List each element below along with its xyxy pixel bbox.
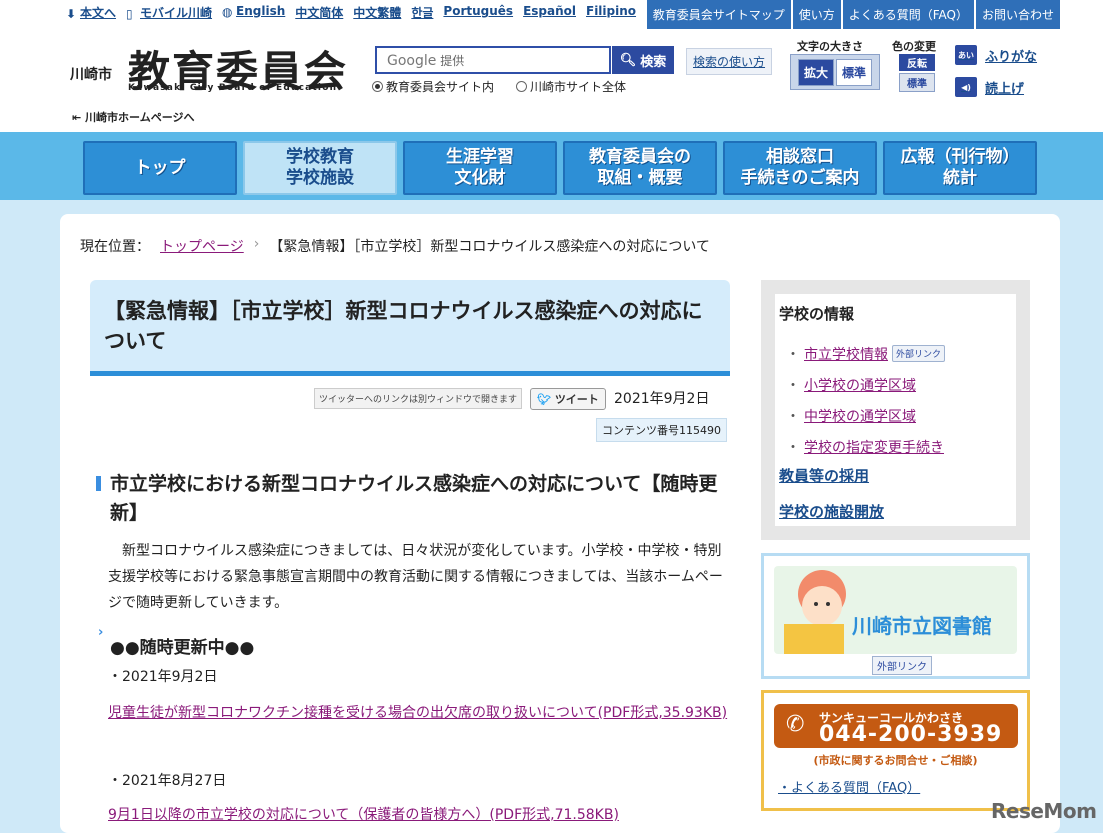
school-info-link[interactable]: 市立学校情報	[804, 344, 888, 364]
lang-link-mobile[interactable]: ▯ モバイル川崎	[126, 4, 212, 21]
logo-subtitle: Kawasaki City Board of Education	[128, 83, 338, 93]
list-item: 中学校の通学区域	[786, 400, 945, 431]
nav-board-overview[interactable]: 教育委員会の 取組・概要	[563, 141, 717, 195]
font-size-group: 拡大 標準	[790, 54, 880, 90]
external-link-badge: 外部リンク	[892, 345, 946, 362]
read-aloud-button[interactable]: ◀) 読上げ	[955, 77, 1024, 97]
breadcrumb-current: 【緊急情報】［市立学校］新型コロナウイルス感染症への対応について	[269, 239, 710, 255]
callcenter-number: 044-200-3939	[819, 722, 1003, 747]
furigana-icon: あい	[955, 45, 977, 65]
speaker-icon: ◀)	[955, 77, 977, 97]
breadcrumb: 現在位置： トップページ › 【緊急情報】［市立学校］新型コロナウイルス感染症へ…	[80, 236, 710, 256]
search-help-link[interactable]: 検索の使い方	[686, 48, 773, 75]
entry-link[interactable]: 児童生徒が新型コロナワクチン接種を受ける場合の出欠席の取り扱いについて(PDF形…	[108, 700, 728, 726]
lang-link-portuguese[interactable]: Português	[443, 4, 513, 21]
sidebar-faq-link[interactable]: ・よくある質問（FAQ）	[778, 777, 920, 796]
list-item: 学校の指定変更手続き	[786, 431, 945, 462]
teacher-recruit-link[interactable]: 教員等の採用	[779, 465, 869, 486]
external-link-badge: 外部リンク	[872, 656, 932, 675]
entry-date: ・2021年8月27日	[108, 773, 227, 789]
side-menu-list: 市立学校情報 外部リンク 小学校の通学区域 中学校の通学区域 学校の指定変更手続…	[786, 338, 946, 462]
intro-paragraph: 新型コロナウイルス感染症につきましては、日々状況が変化しています。小学校・中学校…	[108, 543, 723, 611]
color-invert-button[interactable]: 反転	[899, 54, 935, 71]
search-input[interactable]: Google 提供	[375, 46, 611, 74]
library-banner-image: 川崎市立図書館	[774, 566, 1017, 654]
globe-icon: ◍	[222, 5, 233, 19]
library-banner[interactable]: 川崎市立図書館 外部リンク	[761, 553, 1030, 679]
callcenter-box: ✆ サンキューコールかわさき 044-200-3939 (市政に関するお問合せ・…	[761, 690, 1030, 811]
page-title: 【緊急情報】［市立学校］新型コロナウイルス感染症への対応について	[90, 280, 730, 376]
utility-bar: 教育委員会サイトマップ 使い方 よくある質問（FAQ） お問い合わせ	[646, 0, 1060, 29]
howto-link[interactable]: 使い方	[792, 0, 841, 29]
breadcrumb-label: 現在位置：	[80, 239, 150, 255]
language-bar: ⬇ 本文へ ▯ モバイル川崎 ◍ English 中文简体 中文繁體 한글 Portu…	[66, 4, 636, 21]
library-banner-title: 川崎市立図書館	[852, 614, 992, 638]
search-scope: 教育委員会サイト内 川崎市サイト全体	[372, 78, 626, 95]
nav-consultation[interactable]: 相談窓口 手続きのご案内	[723, 141, 877, 195]
twitter-share-note: ツイッターへのリンクは別ウィンドウで開きます	[314, 388, 523, 409]
callcenter-subtitle: (市政に関するお問合せ・ご相談)	[813, 754, 978, 767]
list-item: 小学校の通学区域	[786, 369, 945, 400]
search-placeholder-brand: Google	[387, 53, 437, 69]
lang-link-honbun[interactable]: ⬇ 本文へ	[66, 4, 116, 21]
radio-selected-icon	[372, 81, 383, 92]
color-change-group: 反転 標準	[899, 54, 935, 92]
search-icon: 🔍︎	[619, 52, 637, 67]
lang-link-spanish[interactable]: Español	[523, 4, 576, 21]
callcenter-banner[interactable]: ✆ サンキューコールかわさき 044-200-3939	[774, 704, 1018, 748]
contents-number: コンテンツ番号115490	[596, 418, 727, 442]
nav-lifelong-learning[interactable]: 生涯学習 文化財	[403, 141, 557, 195]
font-size-label: 文字の大きさ	[797, 40, 863, 53]
entry-date: ・2021年9月2日	[108, 669, 218, 685]
scope-board-radio[interactable]: 教育委員会サイト内	[372, 78, 494, 95]
lang-link-zh-hant[interactable]: 中文繁體	[353, 4, 401, 21]
lang-link-korean[interactable]: 한글	[411, 4, 433, 21]
furigana-button[interactable]: あい ふりがな	[955, 45, 1037, 65]
entry-link[interactable]: 9月1日以降の市立学校の対応について（保護者の皆様方へ）(PDF形式,71.58…	[108, 802, 728, 828]
lang-link-filipino[interactable]: Filipino	[586, 4, 636, 21]
sub-heading: ●●随時更新中●●	[98, 625, 254, 658]
nav-publications[interactable]: 広報（刊行物） 統計	[883, 141, 1037, 195]
contact-link[interactable]: お問い合わせ	[975, 0, 1060, 29]
back-arrow-icon: ⇤	[72, 111, 82, 124]
font-enlarge-button[interactable]: 拡大	[797, 58, 834, 86]
logo-city: 川崎市	[70, 67, 112, 83]
breadcrumb-separator: ›	[253, 236, 260, 252]
junior-high-district-link[interactable]: 中学校の通学区域	[804, 406, 916, 426]
watermark-logo: ReseMom	[991, 799, 1097, 823]
list-item: 市立学校情報 外部リンク	[786, 338, 946, 369]
side-menu-heading: 学校の情報	[779, 305, 855, 323]
nav-school-education[interactable]: 学校教育 学校施設	[243, 141, 397, 195]
school-change-link[interactable]: 学校の指定変更手続き	[804, 437, 944, 457]
scope-city-radio[interactable]: 川崎市サイト全体	[516, 78, 626, 95]
phone-icon: ✆	[786, 712, 805, 737]
city-home-link[interactable]: ⇤ 川崎市ホームページへ	[72, 109, 195, 125]
mobile-icon: ▯	[126, 7, 133, 21]
global-nav: トップ 学校教育 学校施設 生涯学習 文化財 教育委員会の 取組・概要 相談窓口…	[83, 141, 1037, 195]
lang-link-english[interactable]: ◍ English	[222, 4, 285, 21]
lang-link-zh-hans[interactable]: 中文简体	[295, 4, 343, 21]
search-button[interactable]: 🔍︎ 検索	[612, 46, 674, 74]
color-change-label: 色の変更	[892, 40, 936, 53]
download-arrow-icon: ⬇	[66, 7, 77, 21]
search-placeholder-suffix: 提供	[440, 54, 465, 68]
sitemap-link[interactable]: 教育委員会サイトマップ	[646, 0, 791, 29]
section-heading: 市立学校における新型コロナウイルス感染症への対応について【随時更新】	[96, 470, 726, 528]
tweet-button[interactable]: 🐦︎ ツイート	[530, 388, 606, 410]
nav-top[interactable]: トップ	[83, 141, 237, 195]
breadcrumb-home[interactable]: トップページ	[160, 236, 244, 256]
elementary-district-link[interactable]: 小学校の通学区域	[804, 375, 916, 395]
faq-link[interactable]: よくある質問（FAQ）	[842, 0, 974, 29]
facility-open-link[interactable]: 学校の施設開放	[779, 501, 884, 522]
font-standard-button[interactable]: 標準	[836, 58, 873, 86]
color-standard-button[interactable]: 標準	[899, 73, 935, 92]
publish-date: 2021年9月2日	[614, 391, 710, 407]
radio-unselected-icon	[516, 81, 528, 92]
twitter-bird-icon: 🐦︎	[537, 393, 551, 406]
